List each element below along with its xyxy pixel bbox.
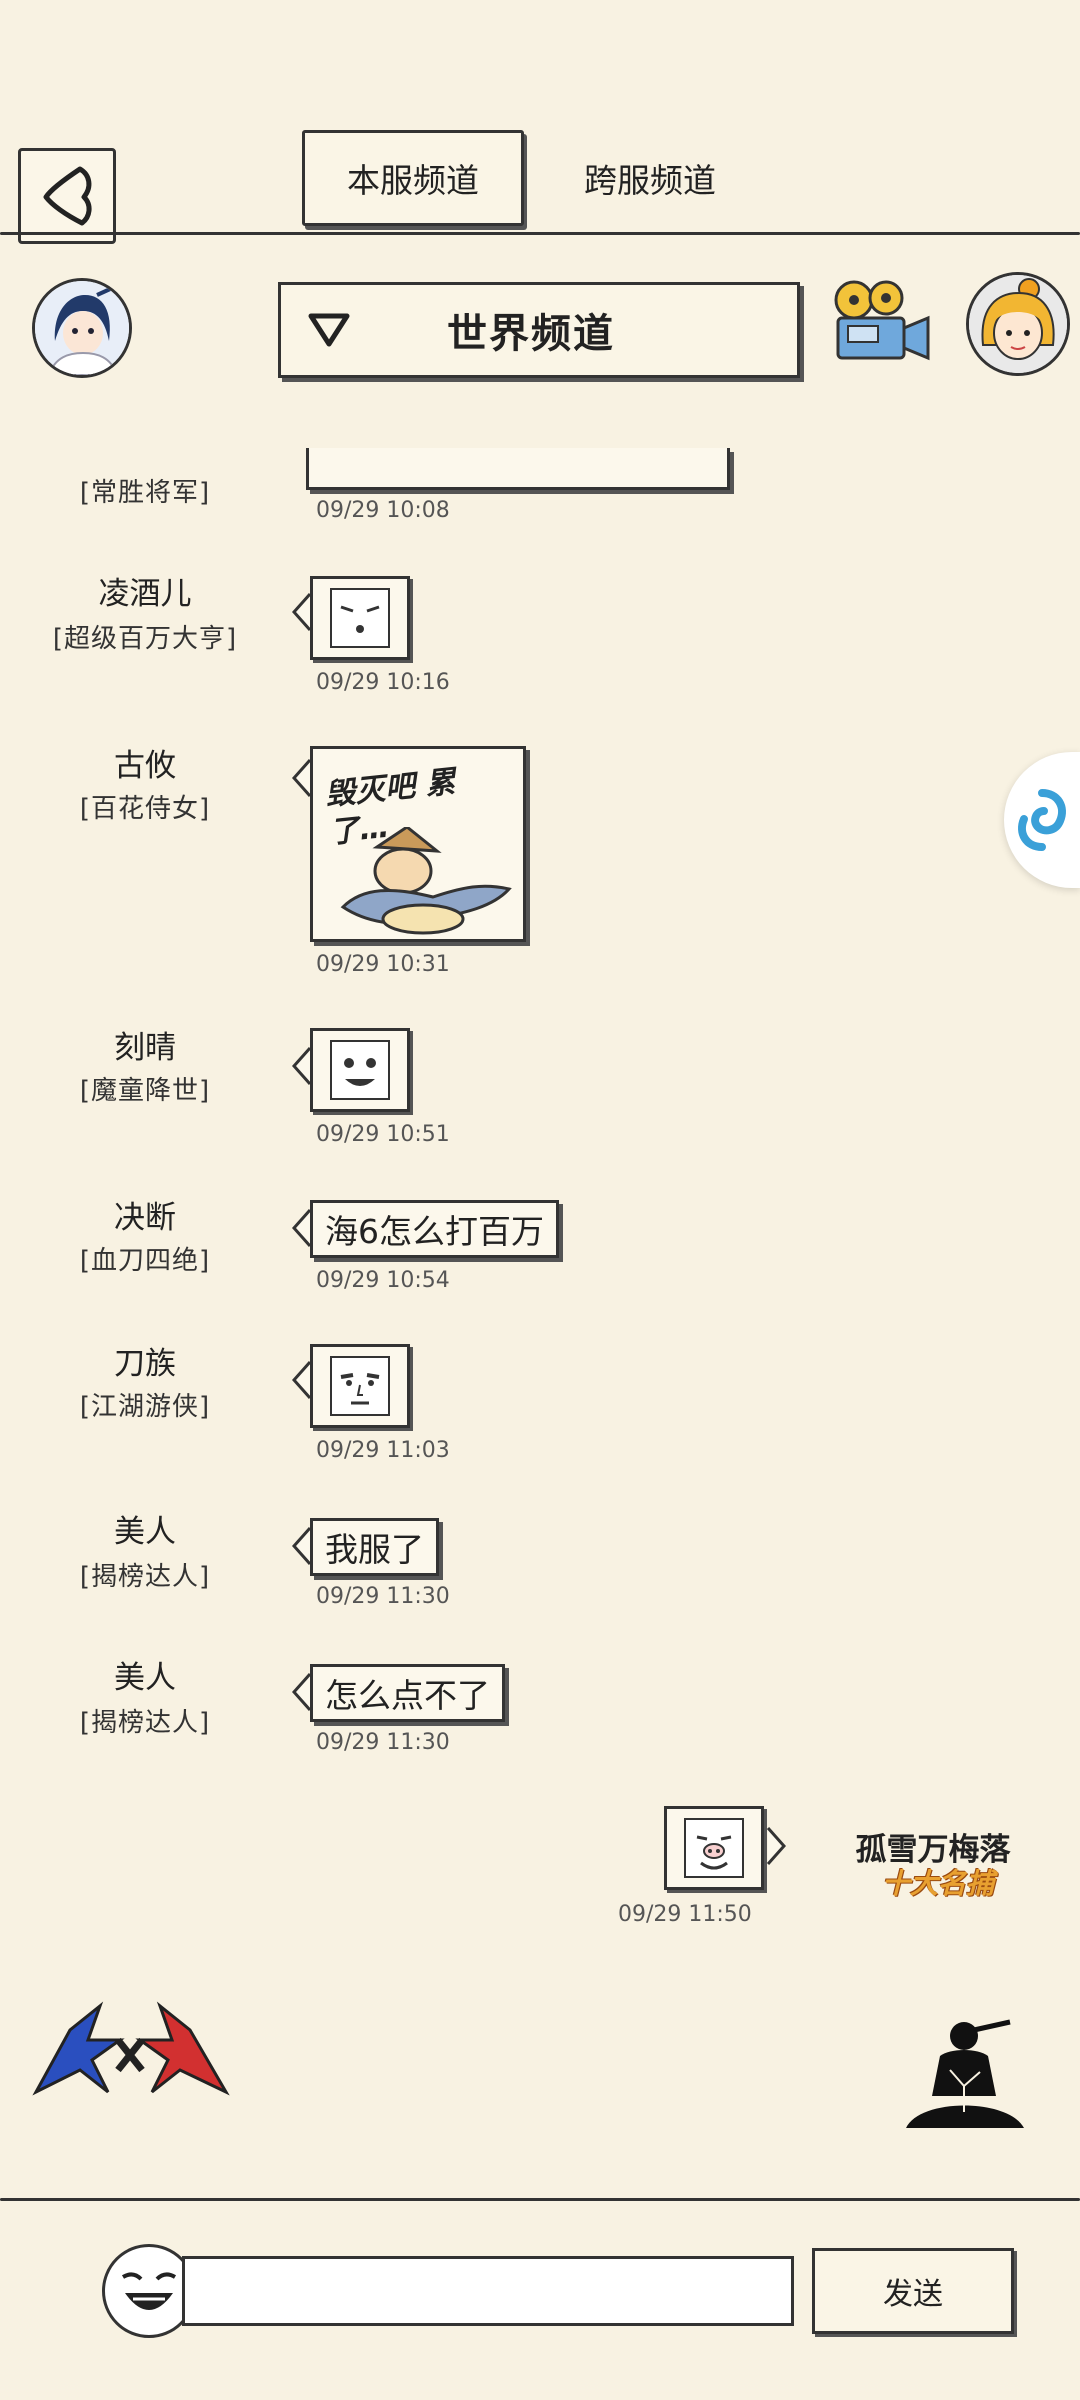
meditation-button[interactable] xyxy=(900,2016,1030,2142)
message-time: 09/29 11:30 xyxy=(316,1584,450,1609)
laughing-face-icon xyxy=(107,2249,191,2333)
sender-title: [百花侍女] xyxy=(79,794,211,824)
self-emote-message[interactable] xyxy=(664,1806,764,1890)
sticker-message[interactable]: 毁灭吧 累了… xyxy=(310,746,526,942)
message-time: 09/29 11:03 xyxy=(316,1438,450,1463)
sender-title: [超级百万大亨] xyxy=(52,624,238,654)
self-rank-badge: 十大名捕 xyxy=(881,1867,994,1900)
versus-battle-button[interactable] xyxy=(30,2000,230,2100)
video-camera-button[interactable] xyxy=(828,278,934,368)
swordsman-avatar-icon xyxy=(35,281,129,375)
bubble-tail xyxy=(291,1360,312,1404)
back-arrow-icon xyxy=(43,166,92,226)
message-time: 09/29 11:30 xyxy=(316,1730,450,1755)
sender-name[interactable]: 决断 xyxy=(0,1192,290,1237)
sender-name[interactable]: 美人 xyxy=(0,1506,290,1551)
sender-title: [魔童降世] xyxy=(79,1076,211,1106)
message-time: 09/29 10:51 xyxy=(316,1122,450,1147)
bubble-tail xyxy=(291,758,312,802)
emote-message[interactable] xyxy=(310,1344,410,1428)
sender-name[interactable]: 刀族 xyxy=(0,1338,290,1383)
grin-face-icon xyxy=(330,1040,390,1100)
sender-title: [揭榜达人] xyxy=(79,1562,211,1592)
assistant-avatar[interactable] xyxy=(966,272,1070,376)
message-time: 09/29 10:08 xyxy=(316,498,450,523)
sender-title: [江湖游侠] xyxy=(79,1392,211,1422)
squint-face-icon xyxy=(330,588,390,648)
sender-title: [常胜将军] xyxy=(79,478,211,508)
sender-name[interactable]: 刻晴 xyxy=(0,1022,290,1067)
movie-camera-icon xyxy=(834,280,930,361)
sender-title: [揭榜达人] xyxy=(79,1708,211,1738)
channel-label: 世界频道 xyxy=(447,311,615,357)
send-button[interactable]: 发送 xyxy=(812,2248,1014,2334)
text-message[interactable]: 海6怎么打百万 xyxy=(310,1200,559,1258)
sender-title: [血刀四绝] xyxy=(79,1246,211,1276)
versus-fighters-icon xyxy=(32,2001,230,2096)
bubble-tail xyxy=(291,1046,312,1090)
emote-message[interactable] xyxy=(310,576,410,660)
bubble-tail xyxy=(291,1672,312,1716)
player-avatar[interactable] xyxy=(32,278,132,378)
emote-message[interactable] xyxy=(310,1028,410,1112)
triangle-down-icon xyxy=(308,313,350,347)
chat-input[interactable] xyxy=(182,2256,794,2326)
channel-dropdown[interactable]: 世界频道 xyxy=(278,282,800,378)
footer-divider xyxy=(0,2198,1080,2201)
bubble-tail xyxy=(291,1526,312,1570)
message-time: 09/29 10:16 xyxy=(316,670,450,695)
back-button[interactable] xyxy=(18,148,116,244)
pig-face-icon xyxy=(684,1818,744,1878)
tired-character-sticker-icon xyxy=(340,827,512,935)
text-message[interactable]: 怎么点不了 xyxy=(310,1664,505,1722)
bubble-tail-right xyxy=(766,1826,787,1870)
tab-cross-server[interactable]: 跨服频道 xyxy=(560,130,740,226)
message-time: 09/29 10:31 xyxy=(316,952,450,977)
sender-name[interactable]: 凌酒儿 xyxy=(0,568,290,613)
girl-assistant-icon xyxy=(969,275,1067,373)
sender-name[interactable]: 美人 xyxy=(0,1652,290,1697)
bubble-tail xyxy=(291,1208,312,1252)
meditating-figure-icon xyxy=(906,2019,1024,2128)
swirl-icon xyxy=(1018,789,1066,851)
sender-name[interactable]: 古攸 xyxy=(0,740,290,785)
message-time: 09/29 10:54 xyxy=(316,1268,450,1293)
message-time: 09/29 11:50 xyxy=(618,1902,752,1927)
text-message[interactable]: 我服了 xyxy=(310,1518,439,1576)
tab-local-server[interactable]: 本服频道 xyxy=(302,130,524,226)
floating-assistant-button[interactable] xyxy=(1004,752,1080,888)
bubble-tail xyxy=(291,592,312,636)
message-bubble-cut xyxy=(306,448,730,490)
header-divider xyxy=(0,232,1080,235)
man-face-icon xyxy=(330,1356,390,1416)
